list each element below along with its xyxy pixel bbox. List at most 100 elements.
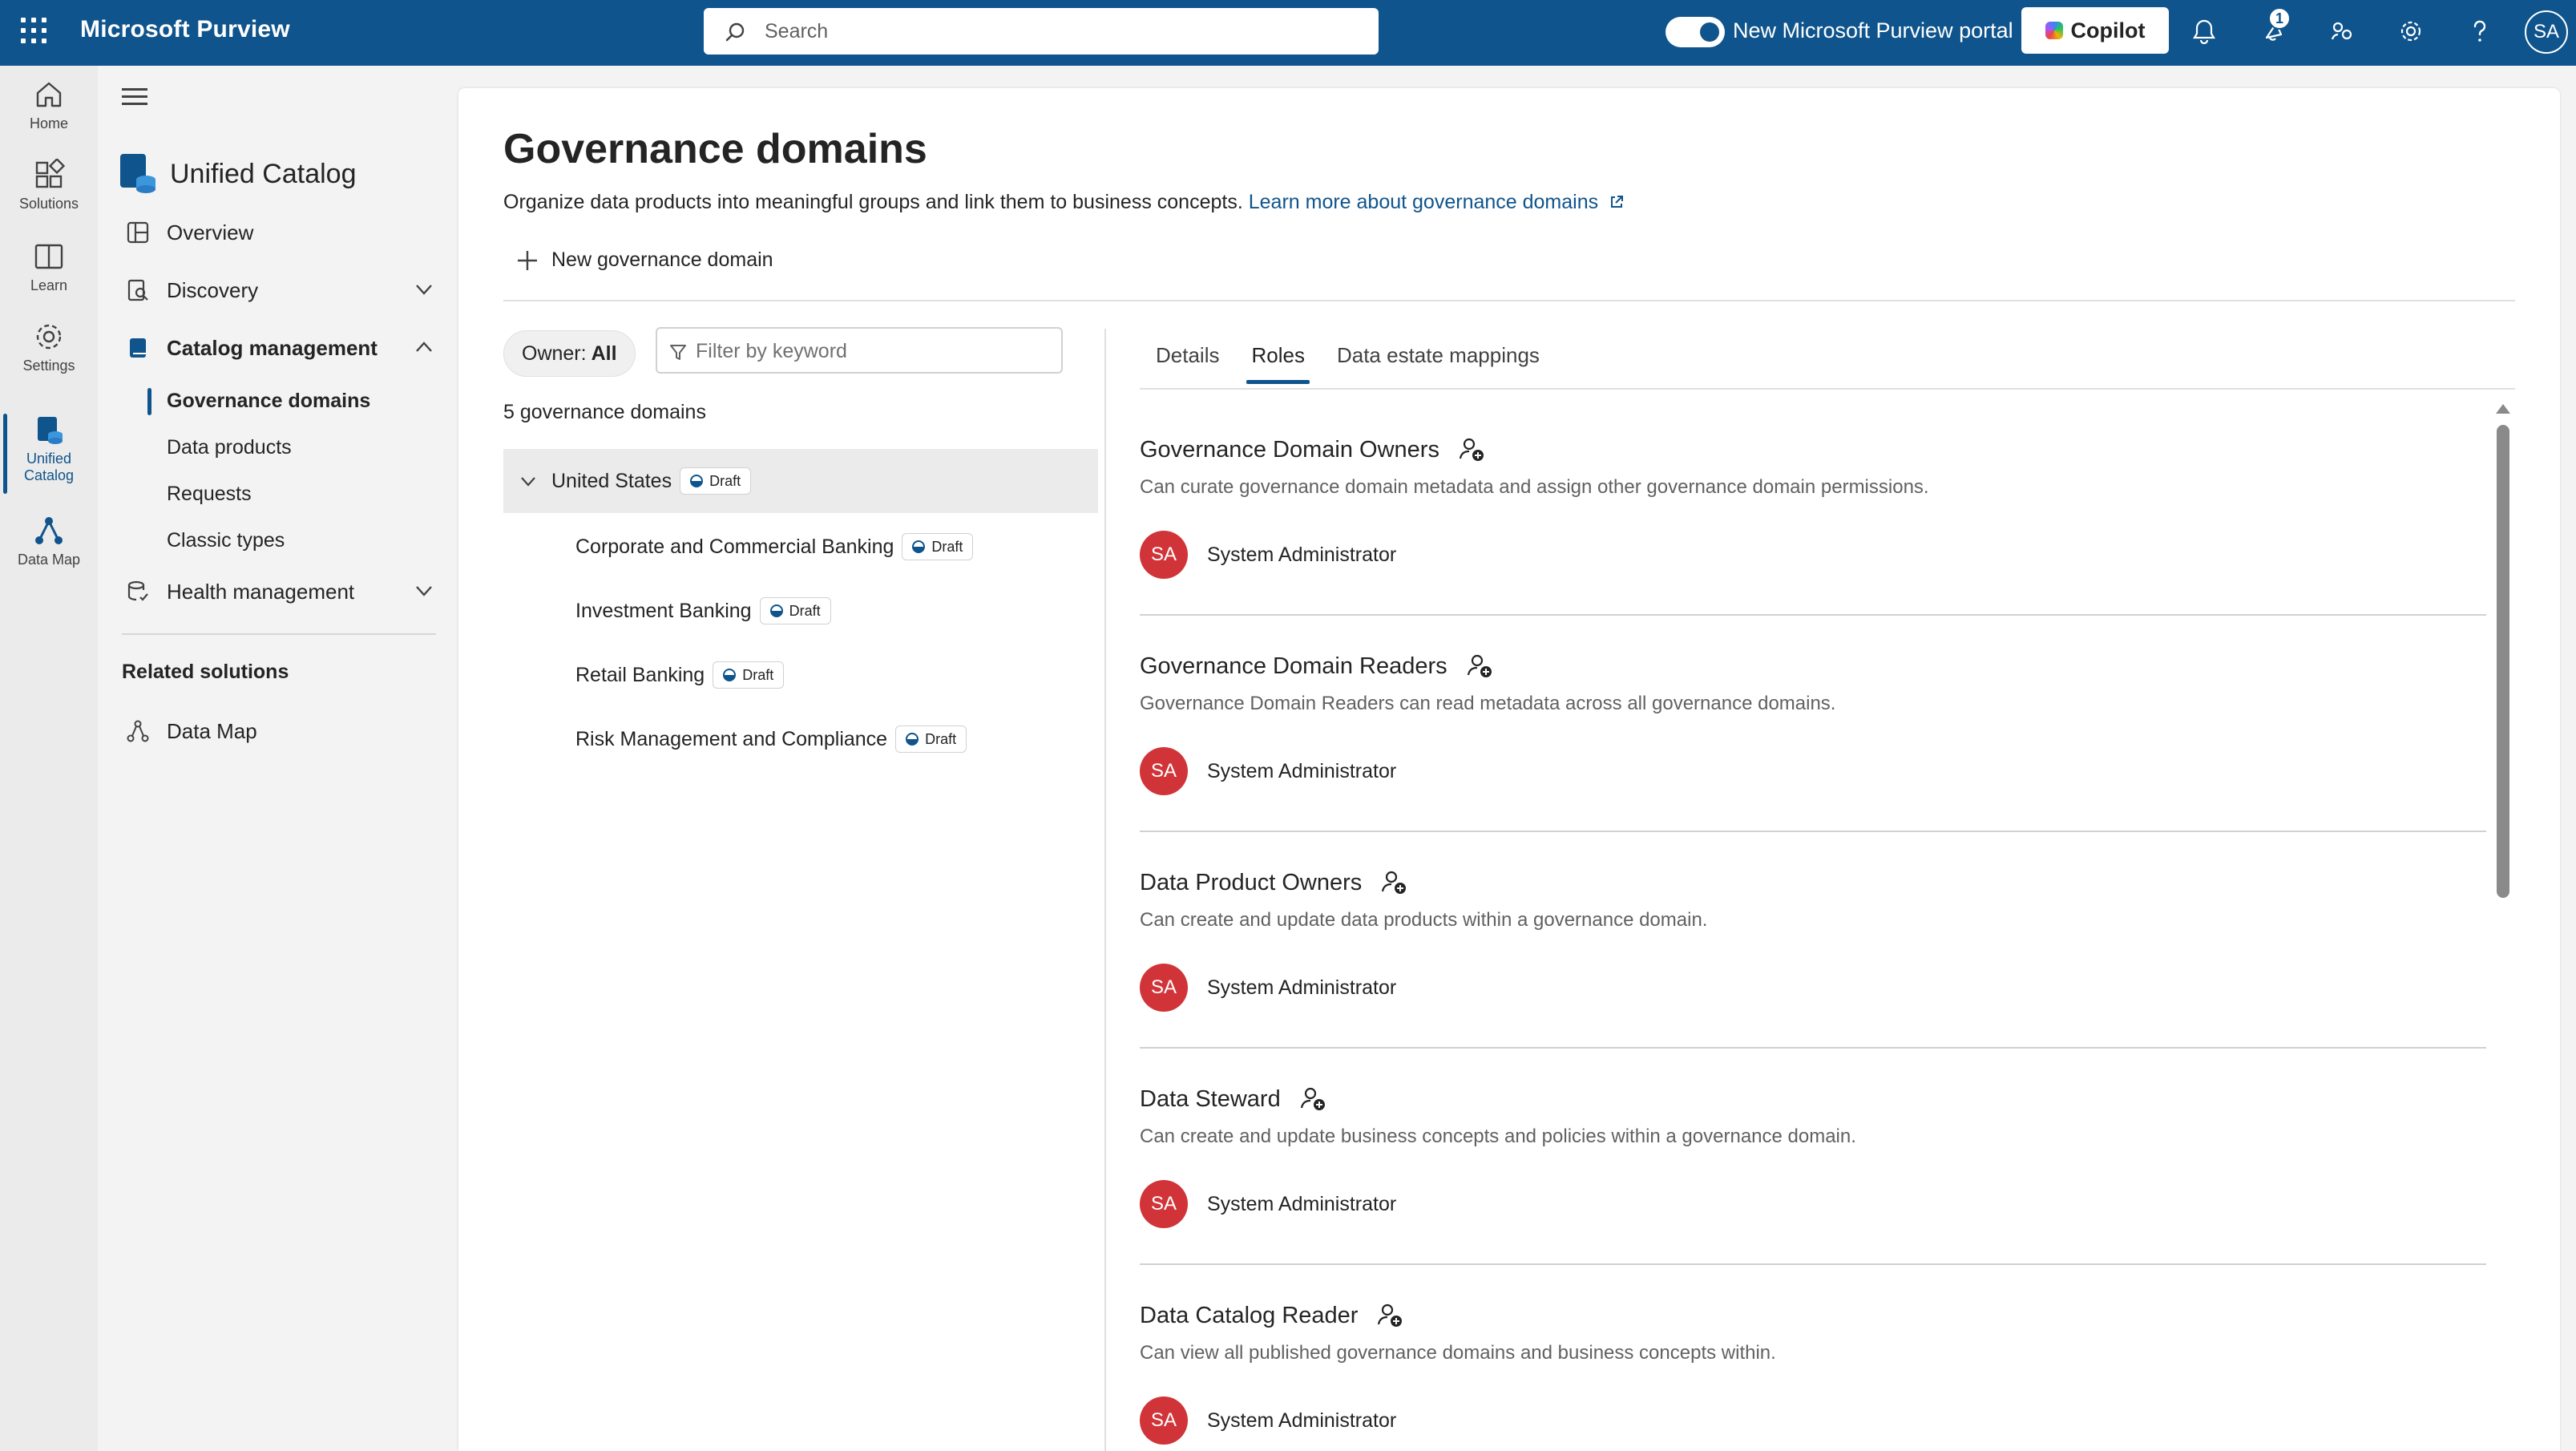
related-solutions-heading: Related solutions [122,661,289,683]
domain-tree-item[interactable]: Retail Banking Draft [575,659,785,691]
roles-scrollbar[interactable] [2494,401,2510,1451]
new-governance-domain-button[interactable]: New governance domain [516,249,773,272]
rail-item-unified-catalog[interactable]: Unified Catalog [0,414,98,494]
draft-status-icon [690,475,704,487]
status-badge: Draft [680,467,752,495]
chevron-down-icon[interactable] [519,472,537,490]
domain-tree-item[interactable]: Corporate and Commercial Banking Draft [575,531,974,563]
status-text: Draft [709,472,741,489]
rail-item-learn[interactable]: Learn [0,240,98,308]
learn-more-link[interactable]: Learn more about governance domains [1249,191,1625,213]
nav-label-health-management: Health management [167,579,355,604]
owner-filter-label: Owner: [522,342,587,365]
app-rail: Home Solutions Learn Settings Unified Ca… [0,66,98,1451]
draft-status-icon [723,669,737,681]
role-member[interactable]: SA System Administrator [1140,747,1396,795]
member-avatar: SA [1140,531,1188,579]
role-description: Can create and update business concepts … [1140,1126,1856,1147]
role-section: Data Product Owners Can create and updat… [1140,832,2486,1049]
role-member[interactable]: SA System Administrator [1140,1180,1396,1228]
status-text: Draft [742,666,774,683]
add-person-icon[interactable] [1459,436,1486,463]
domain-name: Risk Management and Compliance [575,727,888,750]
nav-subitem-data-products[interactable]: Data products [167,436,292,459]
domain-tree-item[interactable]: Risk Management and Compliance Draft [575,723,967,755]
domain-tree-root[interactable]: United States Draft [503,449,1098,513]
copilot-label: Copilot [2070,18,2146,42]
scroll-up-arrow-icon[interactable] [2496,404,2510,414]
app-title[interactable]: Microsoft Purview [80,16,290,43]
search-input[interactable] [765,15,1358,47]
help-icon[interactable] [2464,15,2496,47]
settings-gear-icon[interactable] [2395,15,2427,47]
nav-item-overview[interactable]: Overview [122,210,434,255]
role-name: Data Product Owners [1140,869,1363,895]
filter-icon [670,345,686,360]
nav-label-catalog-management: Catalog management [167,335,378,360]
new-governance-domain-label: New governance domain [551,249,773,271]
rail-label-settings: Settings [22,358,75,374]
role-description: Governance Domain Readers can read metad… [1140,693,1836,714]
domain-count: 5 governance domains [503,401,706,423]
search-box[interactable] [704,8,1379,55]
owner-filter-chip[interactable]: Owner: All [503,330,636,377]
rail-label-data-map: Data Map [17,552,81,568]
nav-label-related-data-map: Data Map [167,718,257,743]
role-name: Governance Domain Readers [1140,653,1447,679]
role-section: Data Catalog Reader Can view all publish… [1140,1265,2486,1451]
add-person-icon[interactable] [1381,869,1408,896]
member-name: System Administrator [1207,1192,1397,1215]
nav-item-discovery[interactable]: Discovery [122,268,434,313]
command-bar-divider [503,300,2515,301]
nav-item-catalog-management[interactable]: Catalog management [122,325,434,370]
copilot-button[interactable]: Copilot [2021,7,2169,54]
description-text: Organize data products into meaningful g… [503,191,1243,213]
rail-item-home[interactable]: Home [0,79,98,146]
add-person-icon[interactable] [1300,1085,1327,1113]
new-portal-label: New Microsoft Purview portal [1733,18,2013,42]
overview-icon [122,216,154,249]
app-launcher-icon[interactable] [21,18,46,43]
role-title: Governance Domain Readers [1140,653,1494,680]
member-avatar: SA [1140,964,1188,1012]
page-title: Governance domains [503,126,927,172]
user-avatar[interactable]: SA [2525,10,2568,54]
pane-splitter[interactable] [1104,329,1106,1451]
book-icon [34,244,63,269]
nav-item-related-data-map[interactable]: Data Map [122,709,434,754]
search-icon [725,22,745,42]
hamburger-menu-icon[interactable] [122,88,147,110]
new-portal-toggle[interactable] [1666,17,1725,47]
add-person-icon[interactable] [1377,1302,1404,1329]
keyword-filter[interactable] [656,327,1063,374]
role-member[interactable]: SA System Administrator [1140,964,1396,1012]
add-person-icon[interactable] [1467,653,1494,680]
member-name: System Administrator [1207,759,1397,782]
tab-data-estate-mappings[interactable]: Data estate mappings [1337,343,1540,384]
role-name: Data Catalog Reader [1140,1302,1359,1328]
community-icon[interactable] [2326,15,2358,47]
role-description: Can create and update data products with… [1140,909,1708,931]
chevron-down-icon [416,586,432,596]
nav-subitem-classic-types[interactable]: Classic types [167,529,285,552]
detail-tabs: Details Roles Data estate mappings [1156,343,1572,384]
nav-subitem-requests[interactable]: Requests [167,483,252,506]
scrollbar-thumb[interactable] [2497,425,2509,898]
status-text: Draft [931,538,963,555]
member-name: System Administrator [1207,543,1397,566]
role-member[interactable]: SA System Administrator [1140,531,1396,579]
tab-details[interactable]: Details [1156,343,1219,384]
keyword-filter-input[interactable] [696,337,1048,366]
nav-item-health-management[interactable]: Health management [122,569,434,614]
nav-subitem-governance-domains[interactable]: Governance domains [147,388,370,415]
bell-icon[interactable] [2188,15,2220,47]
tab-roles[interactable]: Roles [1246,343,1310,384]
domain-tree-item[interactable]: Investment Banking Draft [575,595,831,627]
rail-item-data-map[interactable]: Data Map [0,515,98,582]
rail-item-solutions[interactable]: Solutions [0,159,98,226]
role-member[interactable]: SA System Administrator [1140,1396,1396,1445]
external-link-icon [1611,196,1624,208]
nav-label-overview: Overview [167,220,254,245]
rail-item-settings[interactable]: Settings [0,321,98,388]
page-description: Organize data products into meaningful g… [503,191,1625,214]
